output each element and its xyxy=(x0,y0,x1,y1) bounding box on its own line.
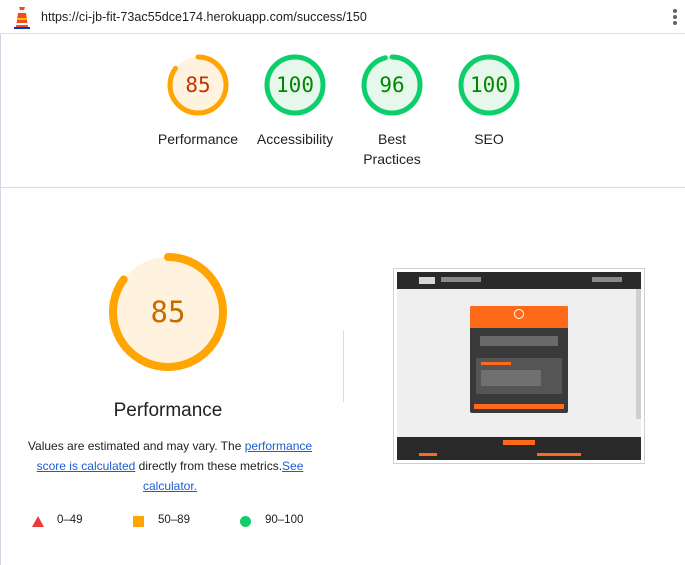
see-calculator-link[interactable]: See xyxy=(282,459,303,473)
score-value: 100 xyxy=(470,73,508,97)
final-screenshot[interactable] xyxy=(393,268,645,464)
lighthouse-icon xyxy=(14,7,30,29)
score-ring: 96 xyxy=(359,52,425,118)
performance-title: Performance xyxy=(113,400,223,421)
score-ring: 100 xyxy=(456,52,522,118)
address-bar: https://ci-jb-fit-73ac55dce174.herokuapp… xyxy=(0,0,685,34)
left-guide-line xyxy=(0,34,1,565)
gauge-performance[interactable]: 85 Performance xyxy=(148,52,248,149)
page-url[interactable]: https://ci-jb-fit-73ac55dce174.herokuapp… xyxy=(41,10,367,24)
gauge-best-practices[interactable]: 96 Best Practices xyxy=(342,52,442,169)
gauge-seo[interactable]: 100 SEO xyxy=(439,52,539,149)
triangle-icon xyxy=(32,516,44,527)
score-value: 85 xyxy=(185,73,211,97)
score-ring: 100 xyxy=(262,52,328,118)
thumb-card xyxy=(470,306,568,413)
performance-score-link[interactable]: performance xyxy=(245,439,312,453)
circle-icon xyxy=(240,516,251,527)
gauge-label: Accessibility xyxy=(256,131,334,147)
thumb-navbar xyxy=(397,272,641,289)
gauge-label: SEO xyxy=(474,131,504,147)
square-icon xyxy=(133,516,144,527)
vertical-divider xyxy=(343,330,344,402)
gauge-label: Best Practices xyxy=(342,129,442,169)
gauge-label-line2: Practices xyxy=(363,151,421,167)
gauge-label: Performance xyxy=(157,131,239,147)
score-value: 100 xyxy=(276,73,314,97)
screenshot-image xyxy=(397,272,641,460)
gauge-accessibility[interactable]: 100 Accessibility xyxy=(245,52,345,149)
performance-score-link-cont[interactable]: score is calculated xyxy=(37,459,136,473)
legend-pass: 90–100 xyxy=(240,514,330,530)
section-divider xyxy=(0,187,685,188)
legend-average: 50–89 xyxy=(133,514,213,530)
thumb-scrollbar xyxy=(636,289,641,419)
legend-fail: 0–49 xyxy=(32,514,112,530)
performance-description: Values are estimated and may vary. The p… xyxy=(27,439,313,493)
score-value: 96 xyxy=(379,73,405,97)
check-icon xyxy=(514,309,524,319)
gauge-label-line1: Best xyxy=(377,131,406,147)
kebab-menu-icon[interactable] xyxy=(672,9,678,27)
score-ring: 85 xyxy=(165,52,231,118)
performance-gauge-large: 85 xyxy=(108,252,228,372)
thumb-footer xyxy=(397,437,641,460)
performance-score: 85 xyxy=(150,295,186,329)
see-calculator-link-cont[interactable]: calculator. xyxy=(143,479,197,493)
